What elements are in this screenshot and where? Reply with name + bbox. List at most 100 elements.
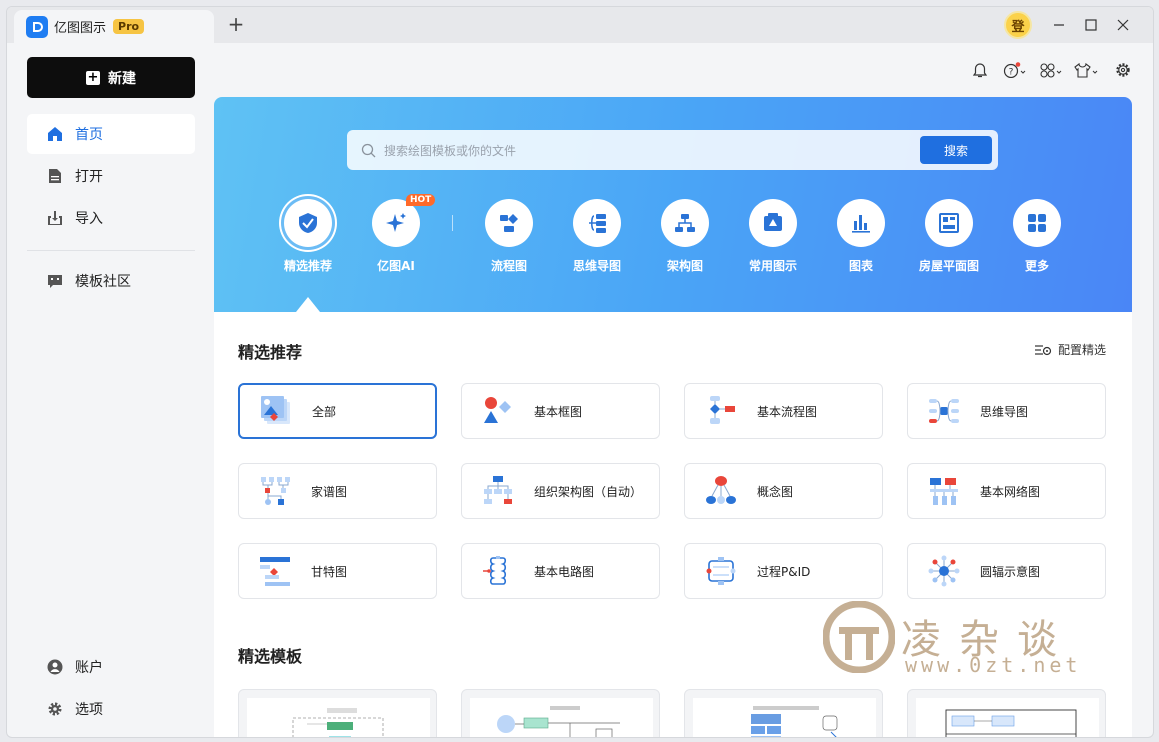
sidebar-item-account[interactable]: 账户: [27, 647, 195, 687]
card-family-tree[interactable]: 家谱图: [238, 463, 437, 519]
hot-badge: HOT: [406, 194, 436, 206]
card-label: 基本网络图: [980, 484, 1041, 499]
common-diagram-icon: [749, 199, 797, 247]
new-tab-button[interactable]: +: [225, 13, 247, 35]
watermark-url: www.0zt.net: [905, 653, 1082, 677]
settings-icon[interactable]: [1115, 61, 1131, 79]
category-label: 思维导图: [572, 259, 621, 273]
category-label: 架构图: [666, 259, 703, 273]
minimize-button[interactable]: [1047, 13, 1071, 37]
watermark: 凌杂谈 www.0zt.net: [822, 600, 1123, 681]
card-basic-network[interactable]: 基本网络图: [907, 463, 1106, 519]
template-thumbnail: [247, 698, 430, 737]
sidebar: + 新建 首页 打开 导入 模板社区 账户 选项: [7, 43, 214, 737]
card-label: 基本流程图: [757, 404, 818, 419]
help-icon[interactable]: ?: [1003, 61, 1027, 79]
sidebar-item-import[interactable]: 导入: [27, 198, 195, 238]
search-bar[interactable]: 搜索绘图模板或你的文件 搜索: [347, 130, 998, 170]
sidebar-item-community[interactable]: 模板社区: [27, 261, 195, 301]
app-window: 亿图图示 Pro + 登 + 新建 首页 打开 导入 模板社区 账户 选项 ? …: [6, 6, 1154, 738]
more-grid-icon: [1013, 199, 1061, 247]
flowchart-icon: [485, 199, 533, 247]
concept-map-icon: [703, 473, 739, 509]
account-icon: [47, 659, 63, 675]
configure-featured-button[interactable]: 配置精选: [1034, 341, 1106, 358]
category-more[interactable]: 更多: [997, 199, 1077, 274]
category-flowchart[interactable]: 流程图: [469, 199, 549, 274]
new-button-label: 新建: [108, 70, 136, 87]
apps-icon[interactable]: [1040, 61, 1064, 79]
category-mindmap[interactable]: 思维导图: [557, 199, 637, 274]
category-chart[interactable]: 图表: [821, 199, 901, 274]
gantt-chart-icon: [257, 553, 293, 589]
mindmap-card-icon: [926, 393, 962, 429]
category-label: 房屋平面图: [918, 259, 979, 273]
card-label: 家谱图: [311, 484, 348, 499]
title-bar: 亿图图示 Pro + 登: [7, 7, 1153, 43]
template-card[interactable]: [907, 689, 1106, 737]
file-icon: [47, 168, 63, 184]
bar-chart-icon: [837, 199, 885, 247]
community-icon: [47, 273, 63, 289]
card-process-pid[interactable]: 过程P&ID: [684, 543, 883, 599]
maximize-button[interactable]: [1079, 13, 1103, 37]
sidebar-item-label: 导入: [75, 211, 103, 227]
card-label: 基本框图: [534, 404, 583, 419]
template-card[interactable]: [461, 689, 660, 737]
card-concept-map[interactable]: 概念图: [684, 463, 883, 519]
sidebar-item-label: 打开: [75, 169, 103, 185]
svg-text:?: ?: [1009, 68, 1014, 78]
mindmap-icon: [573, 199, 621, 247]
template-thumbnail: [470, 698, 653, 737]
basic-flowchart-icon: [703, 393, 739, 429]
category-ai[interactable]: HOT 亿图AI: [356, 194, 436, 274]
card-label: 组织架构图（自动）: [534, 484, 643, 499]
card-basic-flowchart[interactable]: 基本流程图: [684, 383, 883, 439]
search-input[interactable]: 搜索绘图模板或你的文件: [384, 142, 516, 159]
template-card[interactable]: [684, 689, 883, 737]
category-common[interactable]: 常用图示: [733, 199, 813, 274]
close-button[interactable]: [1111, 13, 1135, 37]
template-card[interactable]: [238, 689, 437, 737]
sidebar-item-label: 首页: [75, 127, 103, 143]
card-org-chart-auto[interactable]: 组织架构图（自动）: [461, 463, 660, 519]
plus-icon: +: [86, 69, 100, 85]
notification-bell-icon[interactable]: [973, 61, 987, 79]
app-name: 亿图图示: [54, 21, 107, 36]
card-label: 圆辐示意图: [980, 564, 1041, 579]
category-architecture[interactable]: 架构图: [645, 199, 725, 274]
new-button[interactable]: + 新建: [27, 57, 195, 98]
login-avatar[interactable]: 登: [1004, 11, 1032, 39]
card-basic-circuit[interactable]: 基本电路图: [461, 543, 660, 599]
card-mindmap[interactable]: 思维导图: [907, 383, 1106, 439]
app-logo-icon: [26, 15, 48, 38]
sidebar-divider: [27, 250, 195, 251]
sidebar-item-label: 模板社区: [75, 274, 131, 290]
skin-shirt-icon[interactable]: [1074, 61, 1100, 79]
card-basic-block[interactable]: 基本框图: [461, 383, 660, 439]
import-icon: [47, 210, 63, 226]
card-all[interactable]: 全部: [238, 383, 437, 439]
all-templates-icon: [258, 393, 294, 429]
featured-section-title: 精选推荐: [238, 343, 303, 362]
circuit-icon: [480, 553, 516, 589]
active-category-pointer: [296, 297, 320, 312]
card-radial-diagram[interactable]: 圆辐示意图: [907, 543, 1106, 599]
watermark-logo-icon: [822, 600, 896, 674]
category-label: 图表: [848, 259, 873, 273]
templates-section-title: 精选模板: [238, 647, 303, 666]
card-label: 概念图: [757, 484, 794, 499]
config-label: 配置精选: [1058, 343, 1107, 357]
search-button[interactable]: 搜索: [920, 136, 992, 164]
sidebar-item-home[interactable]: 首页: [27, 114, 195, 154]
sidebar-item-label: 选项: [75, 702, 103, 718]
app-tab[interactable]: 亿图图示 Pro: [14, 10, 214, 43]
card-gantt[interactable]: 甘特图: [238, 543, 437, 599]
category-featured[interactable]: 精选推荐: [268, 199, 348, 274]
category-label: 流程图: [490, 259, 527, 273]
sidebar-item-label: 账户: [75, 660, 103, 676]
radial-diagram-icon: [926, 553, 962, 589]
sidebar-item-options[interactable]: 选项: [27, 689, 195, 729]
sidebar-item-open[interactable]: 打开: [27, 156, 195, 196]
category-floorplan[interactable]: 房屋平面图: [909, 199, 989, 274]
